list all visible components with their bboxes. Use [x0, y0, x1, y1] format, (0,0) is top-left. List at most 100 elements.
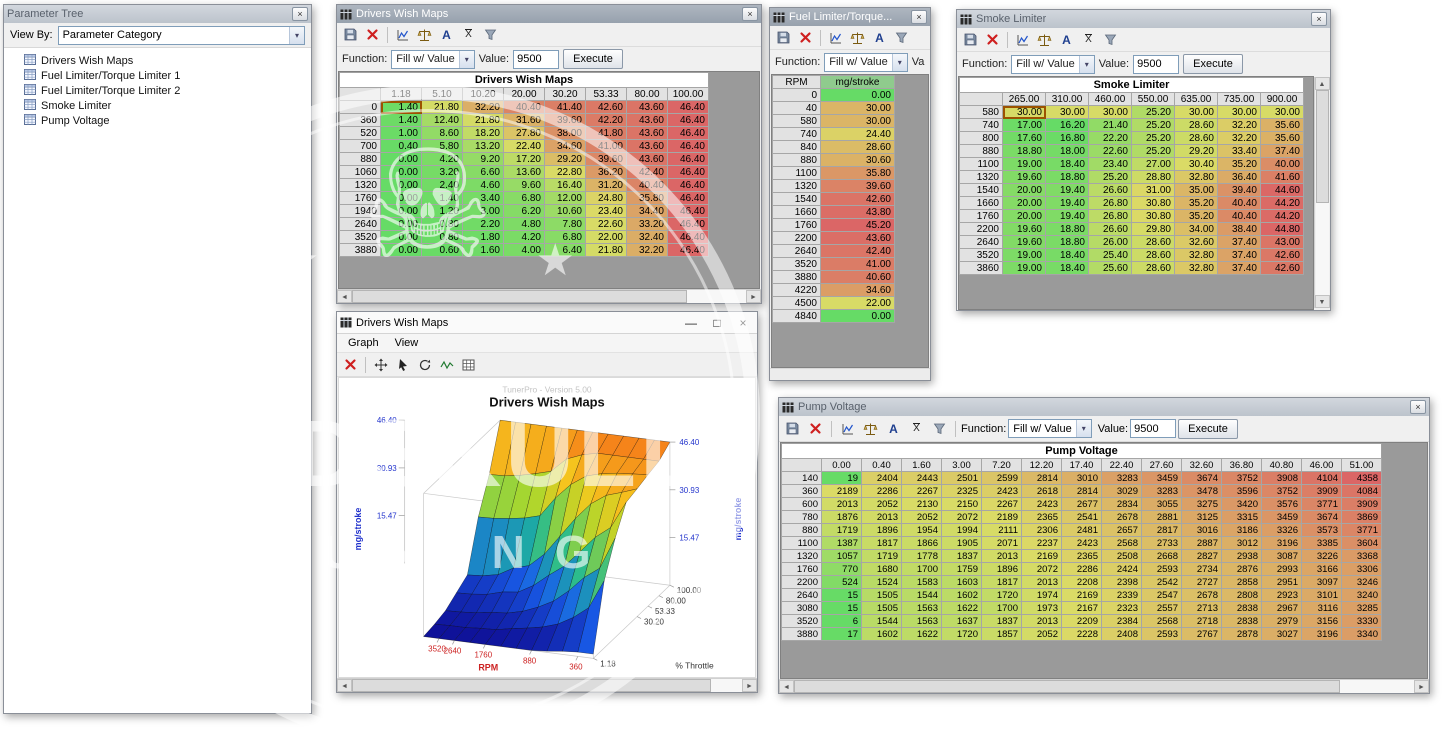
menu-graph[interactable]: Graph: [341, 336, 386, 350]
table-cell[interactable]: 1524: [862, 576, 902, 589]
table-cell[interactable]: 45.20: [821, 219, 895, 232]
table-cell[interactable]: 2.40: [422, 179, 463, 192]
table-cell[interactable]: 20.00: [1003, 210, 1046, 223]
table-cell[interactable]: 16.40: [545, 179, 586, 192]
column-header[interactable]: 40.80: [1262, 459, 1302, 472]
table-cell[interactable]: 3752: [1262, 485, 1302, 498]
table-cell[interactable]: 8.60: [422, 127, 463, 140]
table-cell[interactable]: 1505: [862, 589, 902, 602]
table-cell[interactable]: 12.40: [422, 114, 463, 127]
table-cell[interactable]: 2678: [1182, 589, 1222, 602]
delete-button[interactable]: [795, 28, 816, 48]
table-cell[interactable]: 0.00: [821, 310, 895, 323]
row-header[interactable]: 1320: [340, 179, 381, 192]
scrollbar-track[interactable]: [352, 679, 742, 692]
table-cell[interactable]: 1759: [942, 563, 982, 576]
row-header[interactable]: 1660: [960, 197, 1003, 210]
row-header[interactable]: 140: [782, 472, 822, 485]
table-cell[interactable]: 3156: [1302, 615, 1342, 628]
table-cell[interactable]: 1057: [822, 550, 862, 563]
tree-item[interactable]: Fuel Limiter/Torque Limiter 1: [10, 68, 311, 83]
table-cell[interactable]: 3576: [1262, 498, 1302, 511]
execute-button[interactable]: Execute: [1183, 54, 1243, 74]
row-header[interactable]: 3520: [773, 258, 821, 271]
table-cell[interactable]: 25.20: [1132, 145, 1175, 158]
table-cell[interactable]: 1994: [942, 524, 982, 537]
table-cell[interactable]: 37.40: [1218, 236, 1261, 249]
rotate-button[interactable]: [414, 355, 435, 375]
save-button[interactable]: [960, 30, 981, 50]
row-header[interactable]: 1760: [773, 219, 821, 232]
table-cell[interactable]: 1.80: [463, 231, 504, 244]
table-cell[interactable]: 2668: [1142, 550, 1182, 563]
table-cell[interactable]: 0.80: [422, 231, 463, 244]
table-cell[interactable]: 3012: [1222, 537, 1262, 550]
table-cell[interactable]: 25.20: [1089, 171, 1132, 184]
table-cell[interactable]: 2208: [1062, 576, 1102, 589]
tree-item[interactable]: Drivers Wish Maps: [10, 53, 311, 68]
row-header[interactable]: 740: [960, 119, 1003, 132]
tree-item[interactable]: Pump Voltage: [10, 113, 311, 128]
bold-a-button[interactable]: A: [883, 419, 904, 439]
column-header[interactable]: 30.20: [545, 88, 586, 101]
row-header[interactable]: 3880: [340, 244, 381, 257]
table-cell[interactable]: 2814: [1022, 472, 1062, 485]
scrollbar-track[interactable]: [1316, 90, 1329, 295]
row-header[interactable]: 1320: [773, 180, 821, 193]
table-cell[interactable]: 0.40: [381, 140, 422, 153]
table-cell[interactable]: 524: [822, 576, 862, 589]
table-cell[interactable]: 2838: [1222, 602, 1262, 615]
table-cell[interactable]: 3097: [1302, 576, 1342, 589]
table-cell[interactable]: 2167: [1062, 602, 1102, 615]
row-header[interactable]: 520: [340, 127, 381, 140]
table-cell[interactable]: 3420: [1222, 498, 1262, 511]
table-cell[interactable]: 4358: [1342, 472, 1382, 485]
table-cell[interactable]: 40.00: [1261, 158, 1304, 171]
column-header[interactable]: 51.00: [1342, 459, 1382, 472]
scrollbar-thumb[interactable]: [352, 679, 711, 692]
table-cell[interactable]: 2443: [902, 472, 942, 485]
table-cell[interactable]: 1602: [942, 589, 982, 602]
table-cell[interactable]: 2923: [1262, 589, 1302, 602]
tree-item[interactable]: Smoke Limiter: [10, 98, 311, 113]
table-cell[interactable]: 1974: [1022, 589, 1062, 602]
scroll-right-icon[interactable]: ►: [1414, 680, 1429, 693]
row-header[interactable]: 2200: [960, 223, 1003, 236]
table-cell[interactable]: 1719: [822, 524, 862, 537]
table-cell[interactable]: 6.80: [545, 231, 586, 244]
row-header[interactable]: 2640: [773, 245, 821, 258]
table-cell[interactable]: 2878: [1222, 628, 1262, 641]
table-cell[interactable]: 1.60: [463, 244, 504, 257]
table-cell[interactable]: 2267: [902, 485, 942, 498]
table-cell[interactable]: 18.40: [1046, 262, 1089, 275]
table-cell[interactable]: 2568: [1142, 615, 1182, 628]
horizontal-scrollbar[interactable]: ◄ ►: [337, 289, 761, 303]
table-cell[interactable]: 41.00: [821, 258, 895, 271]
table-cell[interactable]: 2677: [1062, 498, 1102, 511]
table-cell[interactable]: 38.40: [1218, 223, 1261, 236]
table-cell[interactable]: 3246: [1342, 576, 1382, 589]
row-header[interactable]: 360: [782, 485, 822, 498]
row-header[interactable]: 1100: [782, 537, 822, 550]
table-cell[interactable]: 2938: [1222, 550, 1262, 563]
table-cell[interactable]: 1680: [862, 563, 902, 576]
table-cell[interactable]: 3226: [1302, 550, 1342, 563]
table-cell[interactable]: 35.20: [1175, 197, 1218, 210]
execute-button[interactable]: Execute: [563, 49, 623, 69]
table-cell[interactable]: 28.60: [1175, 119, 1218, 132]
table-cell[interactable]: 1837: [942, 550, 982, 563]
table-cell[interactable]: 46.40: [668, 166, 709, 179]
table-cell[interactable]: 1.20: [422, 205, 463, 218]
table-cell[interactable]: 35.20: [1175, 210, 1218, 223]
table-cell[interactable]: 30.00: [1261, 106, 1304, 119]
table-cell[interactable]: 22.40: [504, 140, 545, 153]
row-header[interactable]: 880: [782, 524, 822, 537]
table-cell[interactable]: 2734: [1182, 563, 1222, 576]
row-header[interactable]: 4840: [773, 310, 821, 323]
table-cell[interactable]: 1817: [982, 576, 1022, 589]
table-cell[interactable]: 19.00: [1003, 262, 1046, 275]
table-cell[interactable]: 41.80: [586, 127, 627, 140]
function-select[interactable]: Fill w/ Value ▾: [824, 53, 907, 72]
table-cell[interactable]: 17.20: [504, 153, 545, 166]
table-cell[interactable]: 29.20: [1175, 145, 1218, 158]
